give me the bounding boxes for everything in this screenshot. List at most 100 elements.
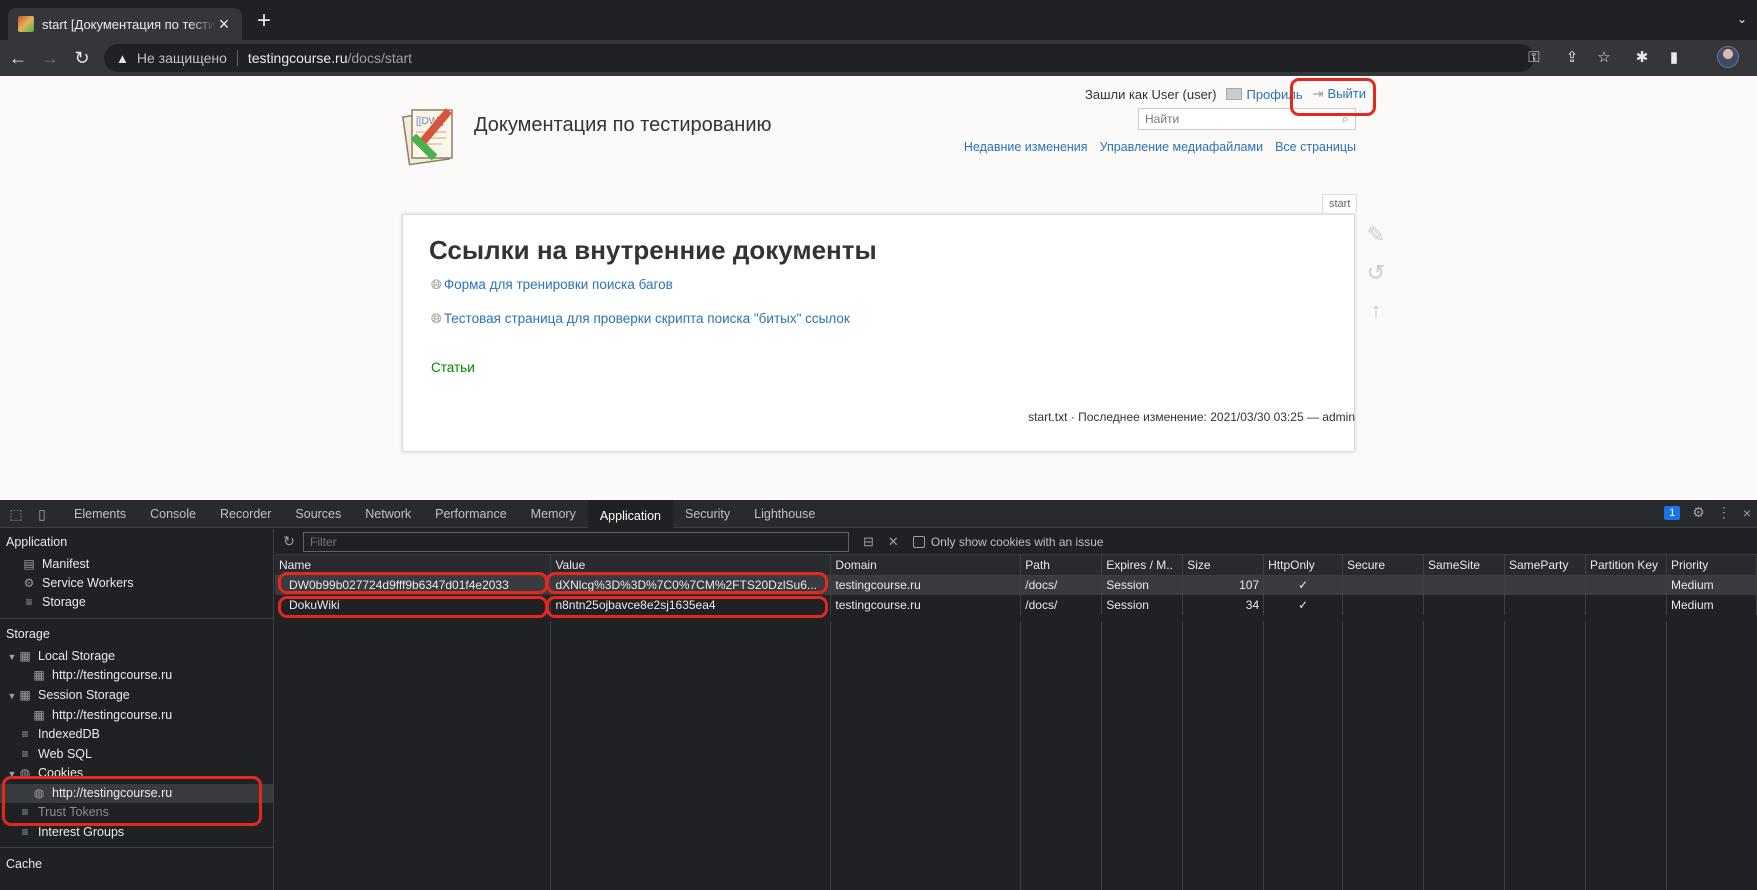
cookie-filter-input[interactable] [303,531,849,552]
sidebar-item-manifest[interactable]: ▤ Manifest [0,555,273,574]
more-options-icon[interactable]: ⋮ [1717,504,1731,521]
cookie-secure[interactable] [1342,595,1425,615]
column-header-priority[interactable]: Priority [1666,555,1757,576]
key-icon[interactable]: ⚿ [1522,46,1546,70]
back-to-top-icon[interactable]: ↑ [1362,292,1390,330]
sidebar-item-storage[interactable]: ≡ Storage [0,593,273,612]
settings-gear-icon[interactable]: ⚙ [1692,504,1705,521]
side-panel-icon[interactable]: ▮ [1662,46,1686,70]
cookie-samesite[interactable] [1423,595,1505,615]
history-icon[interactable]: ↺ [1362,254,1390,292]
doc-link-bug-form[interactable]: 🌐︎ Форма для тренировки поиска багов [431,277,673,293]
articles-link[interactable]: Статьи [431,360,475,375]
sidebar-item-interest-groups[interactable]: ≡ Interest Groups [0,823,273,842]
cookie-value[interactable]: dXNlcg%3D%3D%7C0%7CM%2FTS20DzlSu6... [550,575,832,595]
new-tab-icon[interactable]: + [252,9,276,34]
profile-avatar[interactable] [1717,46,1739,68]
forward-arrow-icon[interactable]: → [38,46,62,70]
refresh-icon[interactable]: ↻ [275,533,303,550]
cookie-expires[interactable]: Session [1101,575,1184,595]
cookie-sameparty[interactable] [1504,595,1586,615]
tab-recorder[interactable]: Recorder [208,500,283,528]
sidebar-item-local-storage-origin[interactable]: ▦ http://testingcourse.ru [0,666,273,685]
device-toolbar-icon[interactable]: ▯ [32,504,52,524]
back-arrow-icon[interactable]: ← [6,46,30,70]
column-header-path[interactable]: Path [1020,555,1103,576]
profile-link[interactable]: Профиль [1226,87,1303,102]
sidebar-item-session-storage[interactable]: ▼ ▦ Session Storage [0,686,273,705]
share-icon[interactable]: ⇪ [1560,46,1584,70]
address-bar[interactable]: ▲ Не защищено testingcourse.ru/docs/star… [104,44,1534,72]
close-tab-icon[interactable]: × [216,15,232,33]
cookie-priority[interactable]: Medium [1666,575,1757,595]
tab-elements[interactable]: Elements [62,500,138,528]
column-header-httponly[interactable]: HttpOnly [1263,555,1344,576]
edit-pencil-icon[interactable]: ✎ [1362,216,1390,254]
cookie-httponly[interactable]: ✓ [1263,575,1344,595]
cookie-sameparty[interactable] [1504,575,1586,595]
clear-filtered-icon[interactable]: ⊟ [863,534,874,550]
column-header-name[interactable]: Name [275,555,552,576]
dokuwiki-logo[interactable]: [[DW]] [402,102,464,166]
tab-search-chevron-icon[interactable]: ⌄ [1737,12,1747,26]
cookie-name[interactable]: DW0b99b027724d9fff9b6347d01f4e2033 [275,575,552,595]
column-header-value[interactable]: Value [550,555,832,576]
cookie-expires[interactable]: Session [1101,595,1184,615]
sidebar-item-web-sql[interactable]: ≡ Web SQL [0,745,273,764]
column-header-partition-key[interactable]: Partition Key [1585,555,1667,576]
sidebar-item-trust-tokens[interactable]: ≡ Trust Tokens [0,803,273,822]
cookie-value[interactable]: n8ntn25ojbavce8e2sj1635ea4 [550,595,832,615]
cookie-partition-key[interactable] [1585,575,1667,595]
cookie-domain[interactable]: testingcourse.ru [830,595,1022,615]
tab-application[interactable]: Application [587,499,673,528]
cookie-domain[interactable]: testingcourse.ru [830,575,1022,595]
tab-sources[interactable]: Sources [283,500,353,528]
reload-icon[interactable]: ↻ [70,46,94,70]
sidebar-item-session-storage-origin[interactable]: ▦ http://testingcourse.ru [0,706,273,725]
column-header-size[interactable]: Size [1182,555,1265,576]
not-secure-label[interactable]: Не защищено [137,50,227,66]
cookie-priority[interactable]: Medium [1666,595,1757,615]
extensions-puzzle-icon[interactable]: ✱ [1630,46,1654,70]
cookie-name[interactable]: DokuWiki [275,595,552,615]
table-row[interactable]: DokuWiki n8ntn25ojbavce8e2sj1635ea4 test… [275,595,1757,615]
table-row[interactable]: DW0b99b027724d9fff9b6347d01f4e2033 dXNlc… [275,575,1757,595]
logout-link[interactable]: ⇥ Выйти [1313,86,1366,102]
column-header-expires[interactable]: Expires / M.. [1101,555,1184,576]
tab-lighthouse[interactable]: Lighthouse [742,500,827,528]
doc-link-broken-links[interactable]: 🌐︎ Тестовая страница для проверки скрипта… [431,311,850,327]
cookie-httponly[interactable]: ✓ [1263,595,1344,615]
only-issues-checkbox[interactable] [912,535,925,548]
column-header-secure[interactable]: Secure [1342,555,1425,576]
bookmark-star-icon[interactable]: ☆ [1592,46,1616,70]
all-pages-link[interactable]: Все страницы [1275,140,1356,154]
close-devtools-icon[interactable]: × [1743,505,1751,521]
tab-memory[interactable]: Memory [519,500,588,528]
media-manager-link[interactable]: Управление медиафайлами [1100,140,1264,154]
cookie-samesite[interactable] [1423,575,1505,595]
expand-arrow-icon[interactable]: ▼ [6,687,18,706]
cookie-path[interactable]: /docs/ [1020,595,1103,615]
column-header-samesite[interactable]: SameSite [1423,555,1505,576]
search-icon[interactable]: ⌕ [1342,111,1349,127]
sidebar-item-cookies[interactable]: ▼ ◍ Cookies [0,764,273,783]
wiki-search-input[interactable]: Найти ⌕ [1138,108,1356,130]
expand-arrow-icon[interactable]: ▼ [6,765,18,784]
site-title[interactable]: Документация по тестированию [474,114,772,137]
column-header-sameparty[interactable]: SameParty [1504,555,1586,576]
expand-arrow-icon[interactable]: ▼ [6,648,18,667]
issues-badge[interactable]: 1 [1664,505,1681,520]
tab-performance[interactable]: Performance [423,500,519,528]
sidebar-item-indexeddb[interactable]: ≡ IndexedDB [0,725,273,744]
column-header-domain[interactable]: Domain [830,555,1022,576]
sidebar-item-cookies-origin[interactable]: ◍ http://testingcourse.ru [0,784,273,803]
delete-selected-icon[interactable]: ✕ [888,534,899,550]
browser-tab[interactable]: start [Документация по тестированию] × [8,8,242,40]
tab-console[interactable]: Console [138,500,208,528]
recent-changes-link[interactable]: Недавние изменения [964,140,1088,154]
cookie-path[interactable]: /docs/ [1020,575,1103,595]
cookie-secure[interactable] [1342,575,1425,595]
sidebar-item-service-workers[interactable]: ⚙ Service Workers [0,574,273,593]
tab-security[interactable]: Security [673,500,742,528]
inspect-element-icon[interactable]: ⬚ [6,504,26,524]
